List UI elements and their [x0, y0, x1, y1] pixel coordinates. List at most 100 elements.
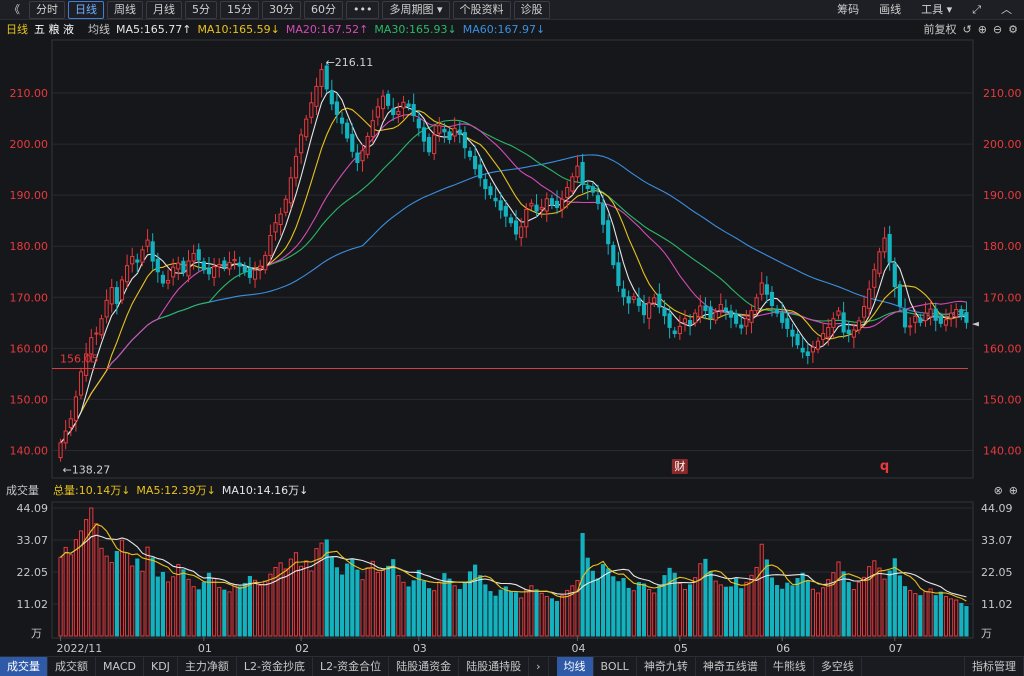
- tab-indicator[interactable]: 神奇五线谱: [696, 657, 766, 676]
- price-tick-label: 150.00: [983, 393, 1022, 406]
- tab-period[interactable]: 15分: [220, 0, 259, 19]
- volume-bar-up: [89, 507, 94, 637]
- candle-up: [227, 262, 232, 270]
- tab-period[interactable]: 60分: [304, 0, 343, 19]
- candlestick-chart[interactable]: 210.00 200.00 190.00 180.00 170.00 160.00 150.…: [0, 38, 1024, 482]
- tab-indicator[interactable]: BOLL: [594, 657, 637, 676]
- volume-bar-down: [339, 574, 345, 637]
- candle-up: [73, 396, 78, 422]
- candle-up: [826, 326, 831, 338]
- candle-down: [416, 118, 421, 129]
- price-tick-label: 200.00: [10, 138, 49, 151]
- reset-icon[interactable]: ↺: [962, 23, 971, 36]
- candle-down: [785, 318, 790, 329]
- candle-up: [232, 259, 237, 262]
- volume-bar-down: [795, 578, 800, 637]
- volume-tick-label: 22.05: [981, 566, 1013, 579]
- candle-up: [631, 296, 636, 300]
- volume-bar-up: [821, 587, 826, 637]
- candle-up: [309, 102, 314, 118]
- tab-indicator[interactable]: 陆股通持股: [459, 657, 530, 676]
- volume-legend: 成交量 总量:10.14万↓ MA5:12.39万↓ MA10:14.16万↓ …: [0, 482, 1024, 498]
- candle-up: [544, 198, 549, 212]
- tab-indicator[interactable]: 主力净额: [178, 657, 237, 676]
- collapse-left-icon[interactable]: 《: [3, 2, 26, 18]
- tab-indicator[interactable]: 神奇九转: [637, 657, 696, 676]
- candle-down: [324, 65, 329, 90]
- candle-down: [728, 310, 734, 318]
- zoom-in-icon[interactable]: ⊕: [978, 23, 987, 36]
- volume-bar-up: [677, 582, 682, 637]
- tab-period[interactable]: 分时: [29, 0, 65, 19]
- tab-indicator[interactable]: KDJ: [144, 657, 178, 676]
- tab-indicator[interactable]: L2-资金抄底: [237, 657, 314, 676]
- tab-indicator[interactable]: MACD: [96, 657, 144, 676]
- tab-indicator[interactable]: 牛熊线: [766, 657, 814, 676]
- volume-bar-down: [769, 577, 775, 637]
- tab-indicator[interactable]: 均线: [556, 657, 594, 676]
- tab-period[interactable]: 30分: [262, 0, 301, 19]
- candle-down: [580, 161, 585, 185]
- close-volume-icon[interactable]: ⊗: [994, 484, 1003, 497]
- tab-indicator[interactable]: L2-资金合位: [313, 657, 390, 676]
- volume-bar-down: [616, 581, 621, 637]
- collapse-icon[interactable]: ︿: [995, 2, 1018, 18]
- volume-bar-up: [252, 579, 258, 637]
- price-axis-left: 210.00 200.00 190.00 180.00 170.00 160.00 150.…: [10, 87, 49, 457]
- volume-bar-down: [135, 558, 140, 637]
- volume-bar-up: [63, 546, 68, 637]
- more-periods-button[interactable]: •••: [346, 0, 380, 19]
- chips-button[interactable]: 筹码: [831, 2, 865, 18]
- fullscreen-icon[interactable]: ⤢: [966, 2, 987, 18]
- volume-bar-down: [406, 586, 411, 637]
- ma10-line: [60, 107, 967, 444]
- stock-info-button[interactable]: 个股资料: [452, 0, 511, 19]
- zoom-out-icon[interactable]: ⊖: [993, 23, 1002, 36]
- candle-down: [350, 133, 355, 152]
- volume-chart[interactable]: 44.09 44.09 33.07 33.07 22.05 22.05 11.02 11.02…: [0, 498, 1024, 656]
- volume-bar-up: [954, 599, 959, 637]
- adjust-mode-button[interactable]: 前复权: [923, 21, 956, 37]
- price-tick-label: 180.00: [983, 240, 1022, 253]
- tab-period[interactable]: 周线: [107, 0, 143, 19]
- volume-bar-up: [186, 578, 191, 637]
- candle-up: [99, 318, 104, 336]
- tab-indicator[interactable]: 成交量: [0, 657, 48, 676]
- candle-up: [258, 265, 263, 269]
- candle-up: [217, 264, 222, 268]
- settings-icon[interactable]: ⚙: [1008, 23, 1018, 36]
- candle-down: [585, 185, 590, 190]
- tab-period[interactable]: 月线: [146, 0, 182, 19]
- chart-controls: 前复权 ↺ ⊕ ⊖ ⚙: [917, 21, 1024, 37]
- candle-down: [641, 303, 647, 316]
- volume-bar-up: [928, 588, 933, 637]
- candle-down: [672, 330, 677, 335]
- multi-period-dropdown[interactable]: 多周期图 ▾: [382, 0, 450, 19]
- candle-up: [314, 85, 319, 107]
- candle-up: [815, 340, 821, 350]
- candle-down: [181, 260, 186, 273]
- volume-bar-up: [227, 591, 232, 637]
- tools-dropdown[interactable]: 工具 ▾: [915, 2, 958, 18]
- candle-down: [790, 329, 795, 337]
- diagnose-button[interactable]: 诊股: [513, 0, 550, 19]
- candle-down: [391, 108, 396, 116]
- candle-down: [421, 127, 427, 142]
- candle-up: [524, 208, 529, 228]
- draw-line-button[interactable]: 画线: [873, 2, 907, 18]
- tab-indicator[interactable]: 指标管理: [964, 657, 1024, 676]
- volume-bar-down: [790, 585, 795, 637]
- tab-indicator[interactable]: 成交额: [48, 657, 96, 676]
- tab-period[interactable]: 日线: [68, 0, 104, 19]
- date-axis: 2022/11 01 02 03 04 05 06 07: [57, 636, 903, 655]
- candle-down: [513, 220, 519, 235]
- candle-up: [145, 239, 150, 247]
- tab-indicator[interactable]: ›: [529, 657, 549, 676]
- candle-down: [345, 122, 350, 139]
- candle-down: [196, 249, 201, 261]
- expand-volume-icon[interactable]: ⊕: [1009, 484, 1018, 497]
- tab-indicator[interactable]: 陆股通资金: [389, 657, 460, 676]
- volume-bar-up: [851, 589, 856, 637]
- tab-indicator[interactable]: 多空线: [814, 657, 862, 676]
- tab-period[interactable]: 5分: [185, 0, 217, 19]
